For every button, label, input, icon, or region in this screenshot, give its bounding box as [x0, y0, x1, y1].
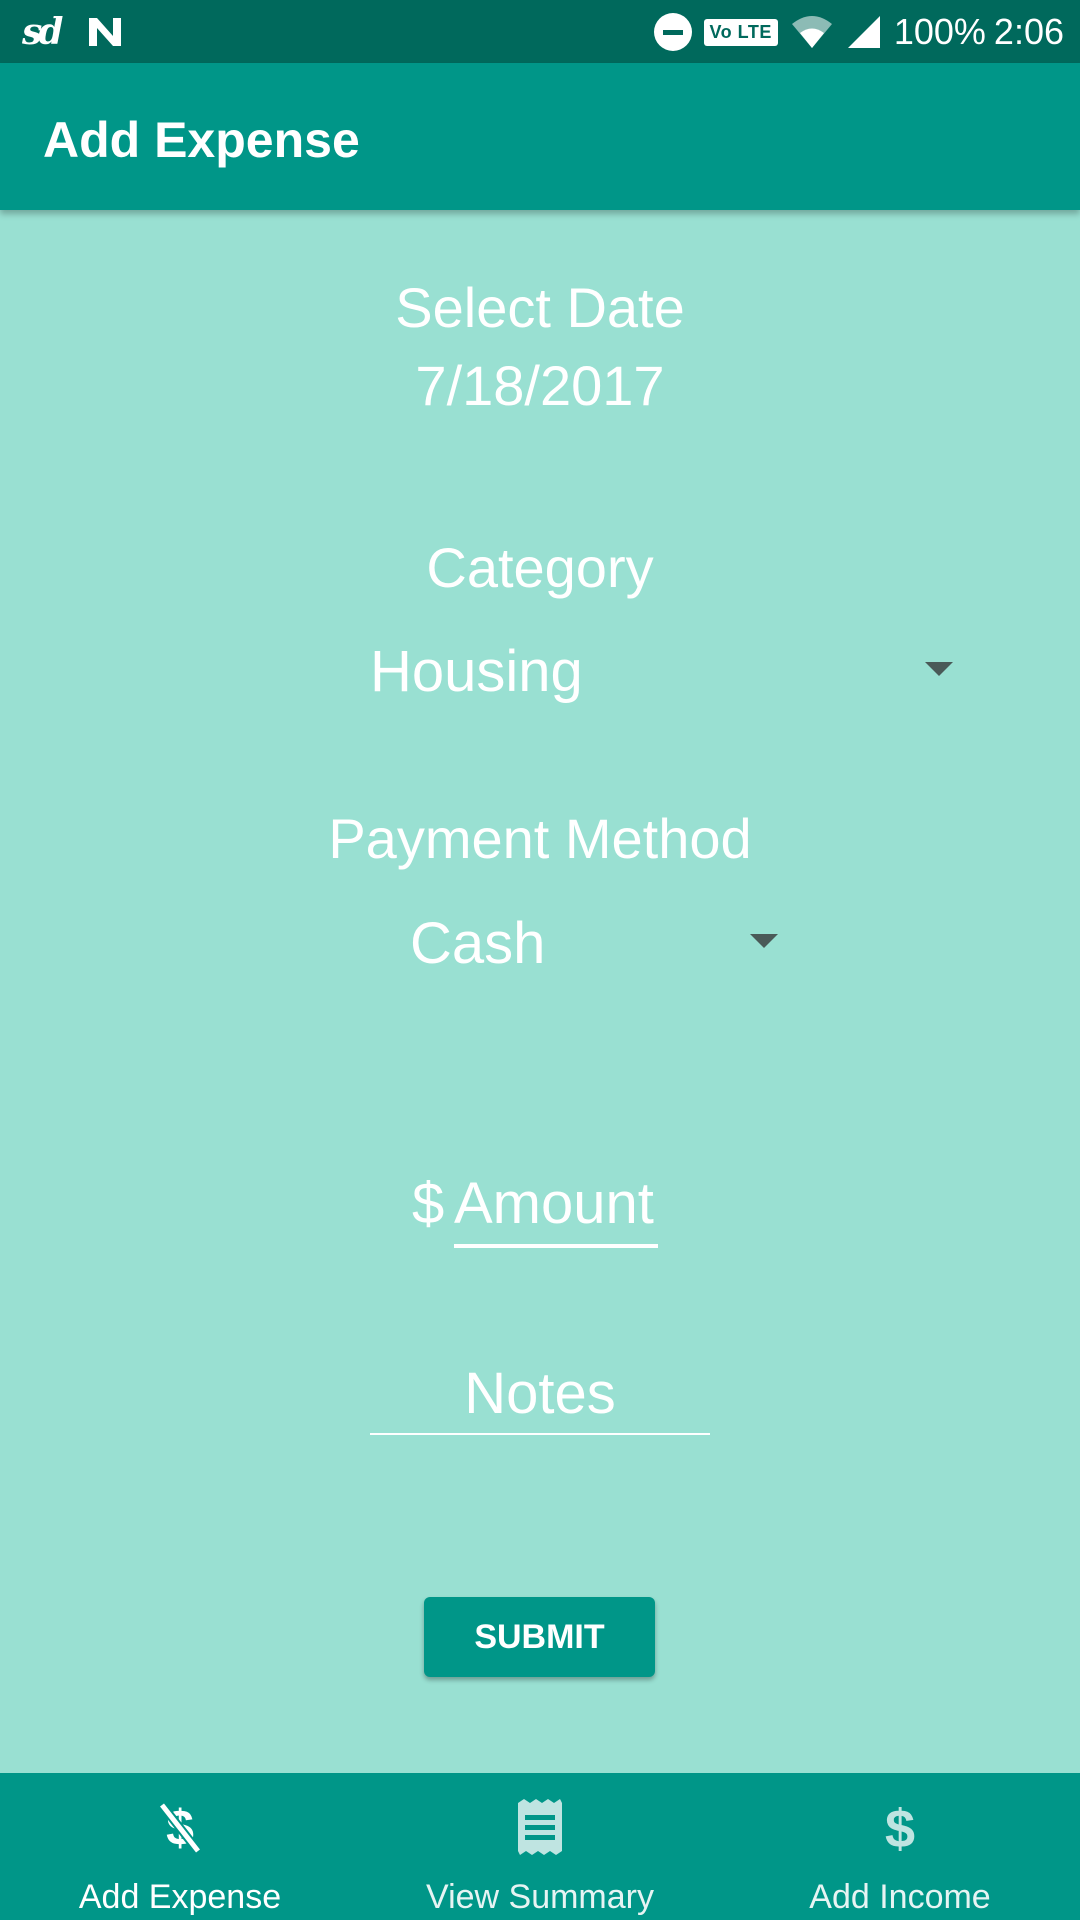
category-dropdown-arrow-icon[interactable]	[925, 662, 953, 676]
date-label[interactable]: Select Date	[0, 275, 1080, 340]
wifi-icon	[791, 16, 832, 48]
amount-placeholder[interactable]: Amount	[454, 1170, 654, 1237]
do-not-disturb-icon	[653, 13, 692, 51]
dollar-icon: $	[885, 1799, 915, 1855]
notes-placeholder[interactable]: Notes	[0, 1360, 1080, 1427]
payment-method-value[interactable]: Cash	[410, 910, 545, 977]
status-bar: sd Vo LTE 100% 2:06	[0, 0, 1080, 63]
payment-method-label: Payment Method	[328, 807, 752, 870]
nav-label-add-expense: Add Expense	[78, 1878, 282, 1916]
sd-app-icon: sd	[22, 11, 64, 53]
category-label: Category	[426, 536, 654, 599]
nav-item-view-summary[interactable]: View Summary	[420, 1773, 660, 1920]
app-bar: Add Expense	[0, 63, 1080, 210]
payment-dropdown-arrow-icon[interactable]	[750, 934, 778, 948]
amount-underline	[454, 1244, 658, 1248]
nav-label-view-summary: View Summary	[426, 1878, 654, 1916]
svg-text:$: $	[885, 1799, 915, 1855]
cell-signal-icon	[847, 16, 880, 48]
status-right: Vo LTE 100% 2:06	[653, 8, 1064, 56]
bottom-navigation: $ Add Expense View Summary $ Add Income	[0, 1773, 1080, 1920]
receipt-icon	[518, 1799, 562, 1855]
date-value[interactable]: 7/18/2017	[0, 353, 1080, 418]
status-left: sd	[22, 8, 125, 56]
submit-button[interactable]: SUBMIT	[424, 1597, 655, 1677]
no-dollar-icon: $	[158, 1800, 202, 1855]
notes-underline	[370, 1433, 710, 1435]
nav-item-add-expense[interactable]: $ Add Expense	[60, 1773, 300, 1920]
category-value[interactable]: Housing	[370, 638, 583, 705]
battery-level: 100%	[893, 11, 986, 52]
n-notification-icon	[89, 18, 122, 46]
volte-badge: Vo LTE	[703, 18, 778, 46]
nav-item-add-income[interactable]: $ Add Income	[780, 1773, 1020, 1920]
nav-label-add-income: Add Income	[809, 1878, 991, 1916]
currency-symbol: $	[412, 1171, 445, 1236]
page-title: Add Expense	[43, 112, 360, 168]
clock: 2:06	[993, 11, 1064, 52]
